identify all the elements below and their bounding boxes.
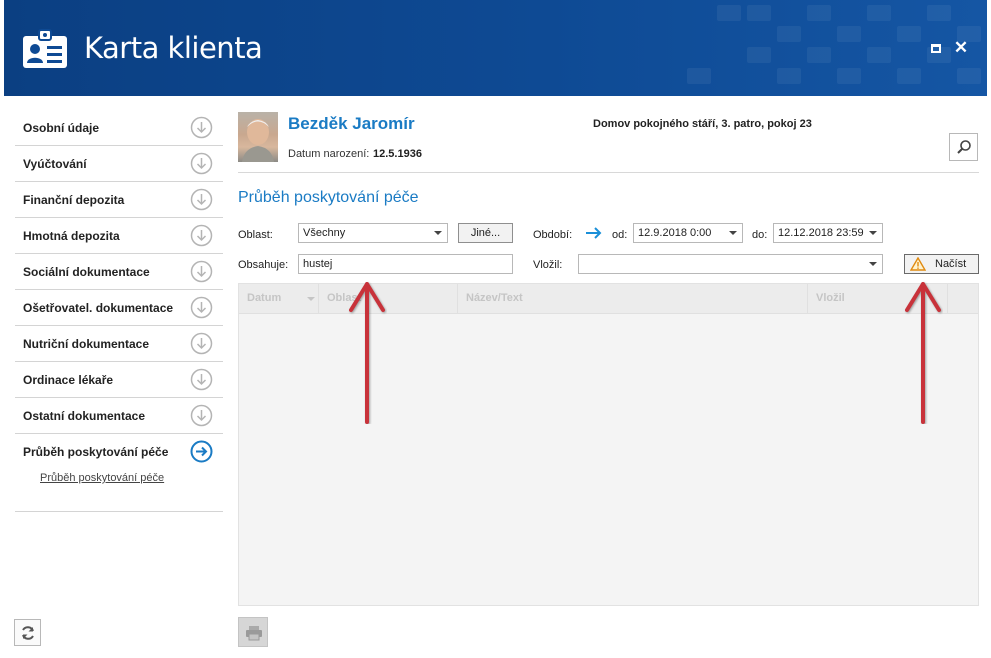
sidebar: Osobní údaje Vyúčtování Finanční depozit… bbox=[15, 110, 223, 512]
chevron-down-icon bbox=[729, 231, 737, 235]
refresh-button[interactable] bbox=[14, 619, 41, 646]
chevron-down-circle-icon bbox=[190, 152, 213, 175]
chevron-down-circle-icon bbox=[190, 188, 213, 211]
chevron-down-icon bbox=[869, 231, 877, 235]
od-date-picker[interactable]: 12.9.2018 0:00 bbox=[633, 223, 743, 243]
jine-button[interactable]: Jiné... bbox=[458, 223, 513, 243]
search-button[interactable] bbox=[949, 133, 978, 161]
chevron-down-circle-icon bbox=[190, 116, 213, 139]
nacist-label: Načíst bbox=[935, 258, 967, 270]
column-label: Název/Text bbox=[466, 292, 523, 304]
sidebar-item-osetrovatel-dokumentace[interactable]: Ošetřovatel. dokumentace bbox=[15, 290, 223, 326]
sidebar-item-financni-depozita[interactable]: Finanční depozita bbox=[15, 182, 223, 218]
app-header: Karta klienta ✕ bbox=[4, 0, 987, 96]
arrow-right-circle-icon bbox=[190, 440, 213, 463]
column-header-nazev[interactable]: Název/Text bbox=[458, 284, 808, 314]
oblast-select[interactable]: Všechny bbox=[298, 223, 448, 243]
vlozil-select[interactable] bbox=[578, 254, 883, 274]
chevron-down-circle-icon bbox=[190, 224, 213, 247]
obsahuje-value: hustej bbox=[303, 258, 333, 270]
obdobi-label: Období: bbox=[533, 229, 573, 241]
print-button[interactable] bbox=[238, 617, 268, 647]
sidebar-subitem: Průběh poskytování péče bbox=[15, 470, 223, 512]
patient-location: Domov pokojného stáří, 3. patro, pokoj 2… bbox=[593, 118, 812, 130]
close-window-button[interactable]: ✕ bbox=[953, 39, 969, 56]
sidebar-item-osobni-udaje[interactable]: Osobní údaje bbox=[15, 110, 223, 146]
chevron-down-circle-icon bbox=[190, 296, 213, 319]
search-icon bbox=[957, 140, 971, 154]
restore-window-button[interactable] bbox=[928, 40, 944, 56]
sidebar-item-vyuctovani[interactable]: Vyúčtování bbox=[15, 146, 223, 182]
sidebar-item-label: Ošetřovatel. dokumentace bbox=[23, 301, 174, 315]
column-label: Datum bbox=[247, 292, 282, 304]
chevron-down-circle-icon bbox=[190, 404, 213, 427]
vlozil-label: Vložil: bbox=[533, 259, 563, 271]
chevron-down-circle-icon bbox=[190, 260, 213, 283]
sidebar-item-ordinace-lekare[interactable]: Ordinace lékaře bbox=[15, 362, 223, 398]
sidebar-item-hmotna-depozita[interactable]: Hmotná depozita bbox=[15, 218, 223, 254]
oblast-value: Všechny bbox=[303, 227, 346, 239]
chevron-down-icon bbox=[869, 262, 877, 266]
od-value: 12.9.2018 0:00 bbox=[638, 227, 712, 239]
section-title: Průběh poskytování péče bbox=[238, 189, 419, 206]
do-label: do: bbox=[752, 229, 768, 241]
dob-label: Datum narození: bbox=[288, 148, 370, 160]
nacist-button[interactable]: Načíst bbox=[904, 254, 979, 274]
do-value: 12.12.2018 23:59 bbox=[778, 227, 864, 239]
restore-icon bbox=[931, 44, 941, 53]
annotation-arrow-nacist bbox=[905, 282, 941, 424]
sidebar-item-label: Průběh poskytování péče bbox=[23, 445, 169, 459]
chevron-down-circle-icon bbox=[190, 332, 213, 355]
sort-dropdown-icon[interactable] bbox=[307, 297, 315, 301]
column-header-oblast[interactable]: Oblast bbox=[319, 284, 458, 314]
column-header-datum[interactable]: Datum bbox=[239, 284, 319, 314]
od-label: od: bbox=[612, 229, 628, 241]
chevron-down-icon bbox=[434, 231, 442, 235]
header-decoration bbox=[687, 5, 981, 84]
sidebar-item-socialni-dokumentace[interactable]: Sociální dokumentace bbox=[15, 254, 223, 290]
oblast-label: Oblast: bbox=[238, 229, 273, 241]
window-title: Karta klienta bbox=[84, 31, 263, 65]
dob-value: 12.5.1936 bbox=[373, 148, 422, 160]
sidebar-item-label: Ordinace lékaře bbox=[23, 373, 114, 387]
sidebar-item-prubeh-pece[interactable]: Průběh poskytování péče bbox=[15, 434, 223, 470]
arrow-right-icon[interactable] bbox=[585, 226, 603, 240]
sidebar-item-ostatni-dokumentace[interactable]: Ostatní dokumentace bbox=[15, 398, 223, 434]
sidebar-item-label: Sociální dokumentace bbox=[23, 265, 150, 279]
sidebar-item-label: Hmotná depozita bbox=[23, 229, 120, 243]
sidebar-sublink-prubeh-pece[interactable]: Průběh poskytování péče bbox=[40, 472, 164, 484]
column-label: Vložil bbox=[816, 292, 845, 304]
sidebar-item-label: Ostatní dokumentace bbox=[23, 409, 146, 423]
patient-face-image bbox=[242, 119, 274, 162]
printer-icon bbox=[246, 626, 262, 641]
patient-name: Bezděk Jaromír bbox=[288, 114, 415, 133]
warning-icon bbox=[910, 257, 926, 271]
sidebar-item-nutricni-dokumentace[interactable]: Nutriční dokumentace bbox=[15, 326, 223, 362]
sidebar-item-label: Vyúčtování bbox=[23, 157, 87, 171]
sidebar-item-label: Osobní údaje bbox=[23, 121, 100, 135]
refresh-icon bbox=[22, 626, 34, 640]
divider bbox=[238, 172, 979, 173]
sidebar-item-label: Finanční depozita bbox=[23, 193, 125, 207]
chevron-down-circle-icon bbox=[190, 368, 213, 391]
obsahuje-input[interactable]: hustej bbox=[298, 254, 513, 274]
annotation-arrow-search bbox=[349, 282, 385, 424]
do-date-picker[interactable]: 12.12.2018 23:59 bbox=[773, 223, 883, 243]
obsahuje-label: Obsahuje: bbox=[238, 259, 289, 271]
sidebar-item-label: Nutriční dokumentace bbox=[23, 337, 150, 351]
client-card-icon bbox=[23, 29, 67, 68]
patient-photo bbox=[238, 112, 278, 162]
